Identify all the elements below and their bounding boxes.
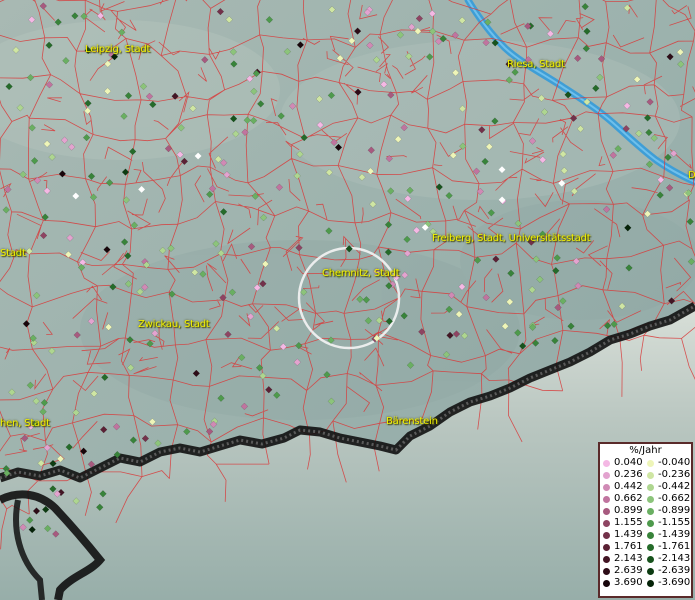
legend-swatch [603, 555, 610, 563]
legend-value: 0.899 [614, 505, 643, 516]
legend-row: 0.442 -0.442 [600, 481, 691, 493]
legend-entry-negative: -1.155 [647, 517, 691, 529]
city-label-riesa: Riesa, Stadt [507, 59, 565, 70]
legend-swatch [603, 579, 610, 587]
legend-entry-positive: 1.439 [603, 529, 647, 541]
legend-entry-positive: 0.899 [603, 505, 647, 517]
legend-value: -3.690 [658, 577, 691, 588]
legend-row: 0.236 -0.236 [600, 469, 691, 481]
legend-entry-negative: -1.761 [647, 541, 691, 553]
legend-value: -1.155 [658, 517, 691, 528]
legend-value: 1.439 [614, 529, 643, 540]
legend-value: 0.040 [614, 457, 643, 468]
legend-entry-positive: 0.662 [603, 493, 647, 505]
legend-entry-positive: 2.143 [603, 553, 647, 565]
legend-entry-positive: 2.639 [603, 565, 647, 577]
legend-swatch [647, 507, 654, 515]
legend-swatch [603, 543, 610, 551]
city-label-freiberg: Freiberg, Stadt, Universitätsstadt [432, 233, 591, 244]
legend-entry-negative: -0.236 [647, 469, 691, 481]
legend-row: 1.761 -1.761 [600, 541, 691, 553]
legend-value: -0.040 [658, 457, 691, 468]
legend-value: 3.690 [614, 577, 643, 588]
legend-value: 1.155 [614, 517, 643, 528]
legend-entry-positive: 1.155 [603, 517, 647, 529]
legend-row: 2.143 -2.143 [600, 553, 691, 565]
legend-entry-negative: -0.040 [647, 457, 691, 469]
city-label-chemnitz: Chemnitz, Stadt [322, 268, 400, 279]
legend-value: 1.761 [614, 541, 643, 552]
legend-value: -0.662 [658, 493, 691, 504]
legend-swatch [647, 531, 654, 539]
legend-entry-positive: 0.236 [603, 469, 647, 481]
legend-entry-positive: 0.442 [603, 481, 647, 493]
legend-row: 1.155 -1.155 [600, 517, 691, 529]
legend-swatch [647, 459, 654, 467]
legend-entry-positive: 3.690 [603, 577, 647, 589]
city-label-leipzig: Leipzig, Stadt [85, 44, 151, 55]
legend-value: -0.899 [658, 505, 691, 516]
legend-value: 2.143 [614, 553, 643, 564]
legend-entry-negative: -0.899 [647, 505, 691, 517]
legend-swatch [647, 519, 654, 527]
legend-swatch [603, 459, 610, 467]
legend-swatch [603, 483, 610, 491]
legend-entry-negative: -2.143 [647, 553, 691, 565]
legend-value: -1.761 [658, 541, 691, 552]
legend-value: 0.662 [614, 493, 643, 504]
map-canvas[interactable] [0, 0, 695, 600]
legend-swatch [603, 495, 610, 503]
legend-swatch [603, 567, 610, 575]
legend-row: 0.662 -0.662 [600, 493, 691, 505]
legend-value: -2.639 [658, 565, 691, 576]
legend-entry-negative: -2.639 [647, 565, 691, 577]
legend-value: -1.439 [658, 529, 691, 540]
legend-value: -0.442 [658, 481, 691, 492]
legend-swatch [603, 471, 610, 479]
legend-entry-negative: -1.439 [647, 529, 691, 541]
legend-entry-negative: -3.690 [647, 577, 691, 589]
legend-swatch [647, 471, 654, 479]
legend-value: -0.236 [658, 469, 691, 480]
legend-value: 0.236 [614, 469, 643, 480]
legend-swatch [647, 483, 654, 491]
city-label-plauen-partial: hen, Stadt [0, 418, 50, 429]
legend-swatch [603, 519, 610, 527]
legend-swatch [603, 507, 610, 515]
legend-swatch [647, 495, 654, 503]
legend-value: -2.143 [658, 553, 691, 564]
legend-row: 0.899 -0.899 [600, 505, 691, 517]
legend-value: 2.639 [614, 565, 643, 576]
legend-entry-positive: 1.761 [603, 541, 647, 553]
legend-row: 1.439 -1.439 [600, 529, 691, 541]
legend: %/Jahr 0.040 -0.040 0.236 -0.236 0.442 -0.442… [598, 442, 693, 598]
city-label-left-stadt: Stadt [0, 248, 26, 259]
legend-title: %/Jahr [629, 445, 662, 456]
legend-value: 0.442 [614, 481, 643, 492]
legend-swatch [603, 531, 610, 539]
legend-entry-negative: -0.662 [647, 493, 691, 505]
legend-swatch [647, 543, 654, 551]
city-label-baerenstein: Bärenstein [386, 416, 438, 427]
legend-row: 2.639 -2.639 [600, 565, 691, 577]
legend-entry-positive: 0.040 [603, 457, 647, 469]
legend-swatch [647, 567, 654, 575]
legend-entry-negative: -0.442 [647, 481, 691, 493]
legend-swatch [647, 579, 654, 587]
legend-rows: 0.040 -0.040 0.236 -0.236 0.442 -0.442 0.662 -0… [600, 457, 691, 589]
city-label-zwickau: Zwickau, Stadt [138, 319, 210, 330]
legend-row: 3.690 -3.690 [600, 577, 691, 589]
city-label-dresden-partial: D [688, 170, 695, 181]
legend-row: 0.040 -0.040 [600, 457, 691, 469]
legend-swatch [647, 555, 654, 563]
